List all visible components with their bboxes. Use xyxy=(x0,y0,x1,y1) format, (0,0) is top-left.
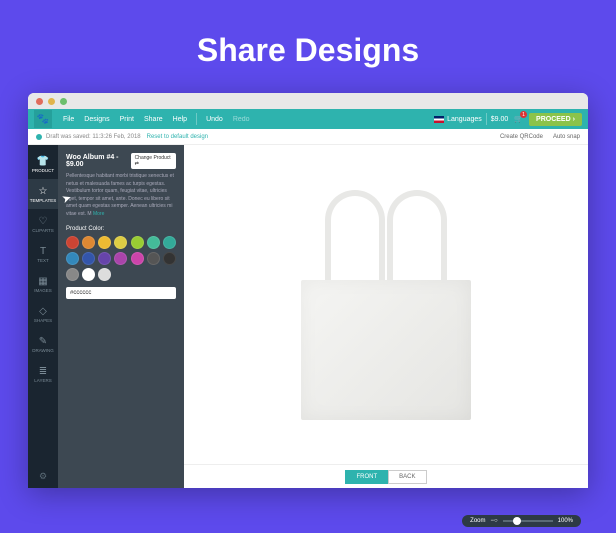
product-panel: Woo Album #4 - $9.00 Change Product ⇄ Pe… xyxy=(58,145,184,488)
color-swatch[interactable] xyxy=(82,252,95,265)
menu-designs[interactable]: Designs xyxy=(79,116,114,123)
canvas-bottombar: FRONT BACK xyxy=(184,464,588,488)
menu-file[interactable]: File xyxy=(58,116,79,123)
window-min-dot[interactable] xyxy=(48,98,55,105)
price-display: $9.00 xyxy=(491,116,509,123)
star-icon: ☆ xyxy=(39,186,48,197)
color-swatch[interactable] xyxy=(66,252,79,265)
hero-title: Share Designs xyxy=(197,32,419,69)
redo-button[interactable]: Redo xyxy=(228,116,255,123)
gear-icon: ⚙ xyxy=(39,471,47,481)
shirt-icon: 👕 xyxy=(37,156,49,167)
reset-link[interactable]: Reset to default design xyxy=(147,134,208,140)
language-label: Languages xyxy=(447,116,482,123)
browser-chrome xyxy=(28,93,588,109)
color-swatch[interactable] xyxy=(114,236,127,249)
more-link[interactable]: More xyxy=(93,211,104,217)
menu-help[interactable]: Help xyxy=(168,116,192,123)
color-swatch[interactable] xyxy=(82,268,95,281)
change-product-button[interactable]: Change Product ⇄ xyxy=(131,153,176,169)
language-selector[interactable]: Languages xyxy=(434,116,482,123)
chevron-right-icon: › xyxy=(573,116,575,123)
flag-icon xyxy=(434,116,444,123)
status-bar: Draft was saved: 11:3:26 Feb, 2018 Reset… xyxy=(28,129,588,145)
create-qrcode-link[interactable]: Create QRCode xyxy=(500,134,543,140)
cart-button[interactable]: 🛒 1 xyxy=(514,115,523,123)
color-label: Product Color: xyxy=(66,226,176,232)
product-preview xyxy=(291,190,481,420)
auto-snap-toggle[interactable]: Auto snap xyxy=(553,134,580,140)
menu-share[interactable]: Share xyxy=(139,116,168,123)
text-icon: T xyxy=(40,246,46,257)
color-swatch[interactable] xyxy=(147,252,160,265)
hex-input[interactable] xyxy=(66,287,176,299)
menubar: 🐾 File Designs Print Share Help Undo Red… xyxy=(28,109,588,129)
canvas-area: FRONT BACK xyxy=(184,145,588,488)
color-swatch[interactable] xyxy=(98,252,111,265)
view-tab-front[interactable]: FRONT xyxy=(345,470,388,484)
window-close-dot[interactable] xyxy=(36,98,43,105)
pencil-icon: ✎ xyxy=(39,336,47,347)
color-swatch[interactable] xyxy=(131,252,144,265)
product-title: Woo Album #4 - $9.00 xyxy=(66,154,131,168)
tool-templates[interactable]: ☆TEMPLATES xyxy=(28,179,58,209)
color-swatch[interactable] xyxy=(82,236,95,249)
tool-shapes[interactable]: ◇SHAPES xyxy=(28,299,58,329)
view-tab-back[interactable]: BACK xyxy=(388,470,426,484)
layers-icon: ≣ xyxy=(39,366,47,377)
tool-iconbar: 👕PRODUCT ☆TEMPLATES ♡CLIPARTS TTEXT ▦IMA… xyxy=(28,145,58,488)
color-swatch[interactable] xyxy=(163,236,176,249)
tool-product[interactable]: 👕PRODUCT xyxy=(28,149,58,179)
color-swatch[interactable] xyxy=(98,268,111,281)
color-swatch[interactable] xyxy=(131,236,144,249)
saved-status: Draft was saved: 11:3:26 Feb, 2018 xyxy=(46,134,141,140)
color-swatches xyxy=(66,236,176,281)
undo-button[interactable]: Undo xyxy=(201,116,228,123)
settings-button[interactable]: ⚙ xyxy=(39,471,47,482)
color-swatch[interactable] xyxy=(66,236,79,249)
status-dot-icon xyxy=(36,134,42,140)
color-swatch[interactable] xyxy=(147,236,160,249)
tool-text[interactable]: TTEXT xyxy=(28,239,58,269)
tool-cliparts[interactable]: ♡CLIPARTS xyxy=(28,209,58,239)
tool-images[interactable]: ▦IMAGES xyxy=(28,269,58,299)
tool-drawing[interactable]: ✎DRAWING xyxy=(28,329,58,359)
product-description: Pellentesque habitant morbi tristique se… xyxy=(66,173,176,218)
cart-badge: 1 xyxy=(520,111,527,118)
proceed-button[interactable]: PROCEED› xyxy=(529,113,582,126)
app-logo[interactable]: 🐾 xyxy=(34,110,52,128)
color-swatch[interactable] xyxy=(114,252,127,265)
menu-print[interactable]: Print xyxy=(115,116,139,123)
diamond-icon: ◇ xyxy=(39,306,47,317)
app-window: 🐾 File Designs Print Share Help Undo Red… xyxy=(28,93,588,488)
color-swatch[interactable] xyxy=(163,252,176,265)
color-swatch[interactable] xyxy=(98,236,111,249)
design-canvas[interactable] xyxy=(184,145,588,464)
grid-icon: ▦ xyxy=(38,276,47,287)
window-max-dot[interactable] xyxy=(60,98,67,105)
color-swatch[interactable] xyxy=(66,268,79,281)
tool-layers[interactable]: ≣LAYERS xyxy=(28,359,58,389)
heart-icon: ♡ xyxy=(39,216,48,227)
